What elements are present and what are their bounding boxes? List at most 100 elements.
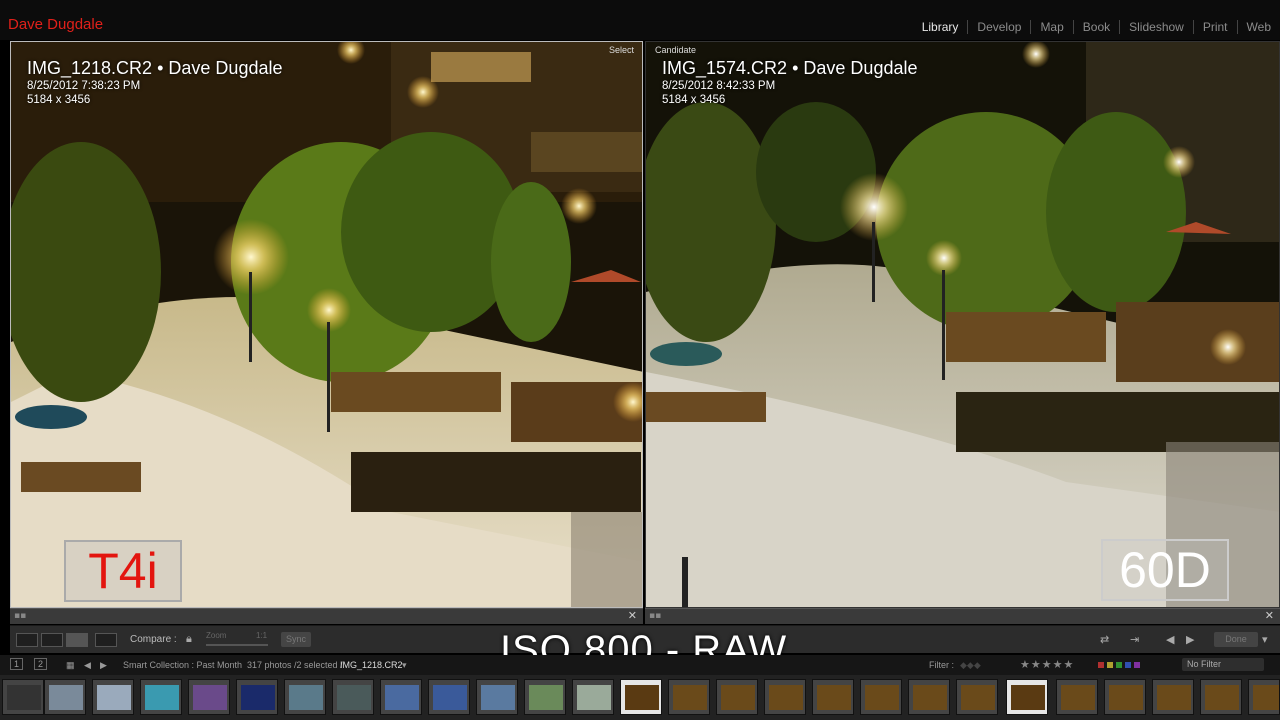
filmstrip-thumb[interactable]	[572, 679, 614, 715]
filmstrip-thumb[interactable]	[860, 679, 902, 715]
filmstrip	[0, 675, 1280, 720]
flag-filter-icon[interactable]: ◆◆◆	[960, 660, 981, 671]
select-datetime: 8/25/2012 7:38:23 PM	[27, 80, 141, 92]
filmstrip-thumb[interactable]	[1248, 679, 1280, 715]
filmstrip-thumb[interactable]	[1152, 679, 1194, 715]
select-camera-label: T4i	[64, 540, 182, 602]
next-arrow-icon[interactable]: ▶	[1186, 633, 1194, 646]
filter-preset-dropdown[interactable]: No Filter	[1182, 658, 1264, 671]
zoom-slider[interactable]	[206, 644, 268, 646]
module-develop[interactable]: Develop	[967, 20, 1030, 34]
swap-icon[interactable]: ⇄	[1100, 633, 1109, 646]
candidate-author: Dave Dugdale	[803, 58, 918, 78]
filmstrip-thumb[interactable]	[716, 679, 758, 715]
sync-button[interactable]: Sync	[281, 632, 311, 647]
candidate-camera-label: 60D	[1101, 539, 1229, 601]
filter-label: Filter :	[929, 660, 955, 670]
select-dimensions: 5184 x 3456	[27, 94, 91, 106]
candidate-pane[interactable]: Candidate IMG_1574.CR2 • Dave Dugdale 8/…	[645, 41, 1280, 608]
zoom-label: Zoom	[206, 631, 227, 640]
purple-label-icon[interactable]	[1134, 662, 1140, 668]
filmstrip-thumb-selected[interactable]	[620, 679, 662, 715]
filmstrip-thumb[interactable]	[380, 679, 422, 715]
blue-label-icon[interactable]	[1125, 662, 1131, 668]
lightroom-window: Dave Dugdale Library Develop Map Book Sl…	[0, 0, 1280, 720]
selected-filename[interactable]: IMG_1218.CR2	[340, 660, 403, 670]
module-slideshow[interactable]: Slideshow	[1119, 20, 1193, 34]
select-author: Dave Dugdale	[168, 58, 283, 78]
module-print[interactable]: Print	[1192, 20, 1237, 34]
photo-count: 317 photos /2 selected /	[247, 660, 343, 670]
grid-view-icon[interactable]	[16, 633, 38, 647]
candidate-photo	[646, 42, 1279, 607]
filmstrip-thumb[interactable]	[92, 679, 134, 715]
red-label-icon[interactable]	[1098, 662, 1104, 668]
filmstrip-thumb[interactable]	[764, 679, 806, 715]
module-book[interactable]: Book	[1072, 20, 1119, 34]
next-arrow-icon[interactable]: ▶	[100, 660, 107, 671]
candidate-datetime: 8/25/2012 8:42:33 PM	[662, 80, 776, 92]
filmstrip-thumb[interactable]	[188, 679, 230, 715]
module-web[interactable]: Web	[1236, 20, 1280, 34]
identity-plate: Dave Dugdale	[8, 16, 104, 33]
filmstrip-thumb[interactable]	[2, 679, 44, 715]
filmstrip-thumb[interactable]	[1200, 679, 1242, 715]
select-tag: Select	[608, 45, 634, 55]
select-filename: IMG_1218.CR2	[27, 58, 153, 78]
filmstrip-header: 1 2 ▦ ◀ ▶ Smart Collection : Past Month …	[0, 655, 1280, 675]
filmstrip-thumb[interactable]	[812, 679, 854, 715]
select-photo	[11, 42, 642, 607]
zoom-ratio: 1:1	[256, 631, 268, 640]
filmstrip-thumb[interactable]	[668, 679, 710, 715]
make-select-icon[interactable]: ⇥	[1130, 633, 1139, 646]
green-label-icon[interactable]	[1116, 662, 1122, 668]
top-bar: Dave Dugdale Library Develop Map Book Sl…	[0, 0, 1280, 40]
candidate-pane-footer: ▪▪ ✕	[645, 608, 1280, 624]
compare-label: Compare :	[130, 634, 177, 645]
select-separator: •	[157, 58, 164, 78]
rating-grip-icon: ▪▪	[14, 611, 27, 621]
filmstrip-thumb[interactable]	[476, 679, 518, 715]
candidate-info-overlay: IMG_1574.CR2 • Dave Dugdale 8/25/2012 8:…	[662, 57, 917, 107]
survey-view-icon[interactable]	[95, 633, 117, 647]
close-icon[interactable]: ✕	[628, 609, 637, 622]
source-label[interactable]: Smart Collection : Past Month	[123, 660, 242, 670]
yellow-label-icon[interactable]	[1107, 662, 1113, 668]
select-info-overlay: IMG_1218.CR2 • Dave Dugdale 8/25/2012 7:…	[27, 57, 282, 107]
filmstrip-thumb-selected[interactable]	[1006, 679, 1048, 715]
candidate-tag: Candidate	[655, 45, 697, 55]
filmstrip-thumb[interactable]	[908, 679, 950, 715]
close-icon[interactable]: ✕	[1265, 609, 1274, 622]
filmstrip-thumb[interactable]	[140, 679, 182, 715]
prev-arrow-icon[interactable]: ◀	[1166, 633, 1174, 646]
candidate-dimensions: 5184 x 3456	[662, 94, 726, 106]
filmstrip-thumb[interactable]	[524, 679, 566, 715]
lock-icon[interactable]: 🔒︎	[186, 633, 192, 646]
filmstrip-thumb[interactable]	[956, 679, 998, 715]
rating-grip-icon: ▪▪	[649, 611, 662, 621]
select-pane-footer: ▪▪ ✕	[10, 608, 643, 624]
module-picker: Library Develop Map Book Slideshow Print…	[913, 20, 1280, 34]
monitor-2-button[interactable]: 2	[34, 658, 48, 670]
filmstrip-thumb[interactable]	[1104, 679, 1146, 715]
prev-arrow-icon[interactable]: ◀	[84, 660, 91, 671]
filmstrip-thumb[interactable]	[428, 679, 470, 715]
done-button[interactable]: Done	[1214, 632, 1258, 647]
module-map[interactable]: Map	[1030, 20, 1072, 34]
grid-icon[interactable]: ▦	[66, 660, 75, 671]
select-pane[interactable]: Select IMG_1218.CR2 • Dave Dugdale 8/25/…	[10, 41, 643, 608]
filmstrip-thumb[interactable]	[332, 679, 374, 715]
filmstrip-thumb[interactable]	[236, 679, 278, 715]
filmstrip-thumb[interactable]	[284, 679, 326, 715]
candidate-filename: IMG_1574.CR2	[662, 58, 788, 78]
source-dropdown-icon[interactable]: ▾	[402, 660, 407, 671]
loupe-view-icon[interactable]	[41, 633, 63, 647]
filmstrip-thumb[interactable]	[44, 679, 86, 715]
module-library[interactable]: Library	[913, 20, 968, 34]
compare-view-icon[interactable]	[66, 633, 88, 647]
star-filter[interactable]: ★★★★★	[1020, 658, 1074, 671]
candidate-separator: •	[792, 58, 799, 78]
monitor-1-button[interactable]: 1	[10, 658, 24, 670]
toolbar-menu-chevron-icon[interactable]: ▾	[1262, 633, 1268, 646]
filmstrip-thumb[interactable]	[1056, 679, 1098, 715]
